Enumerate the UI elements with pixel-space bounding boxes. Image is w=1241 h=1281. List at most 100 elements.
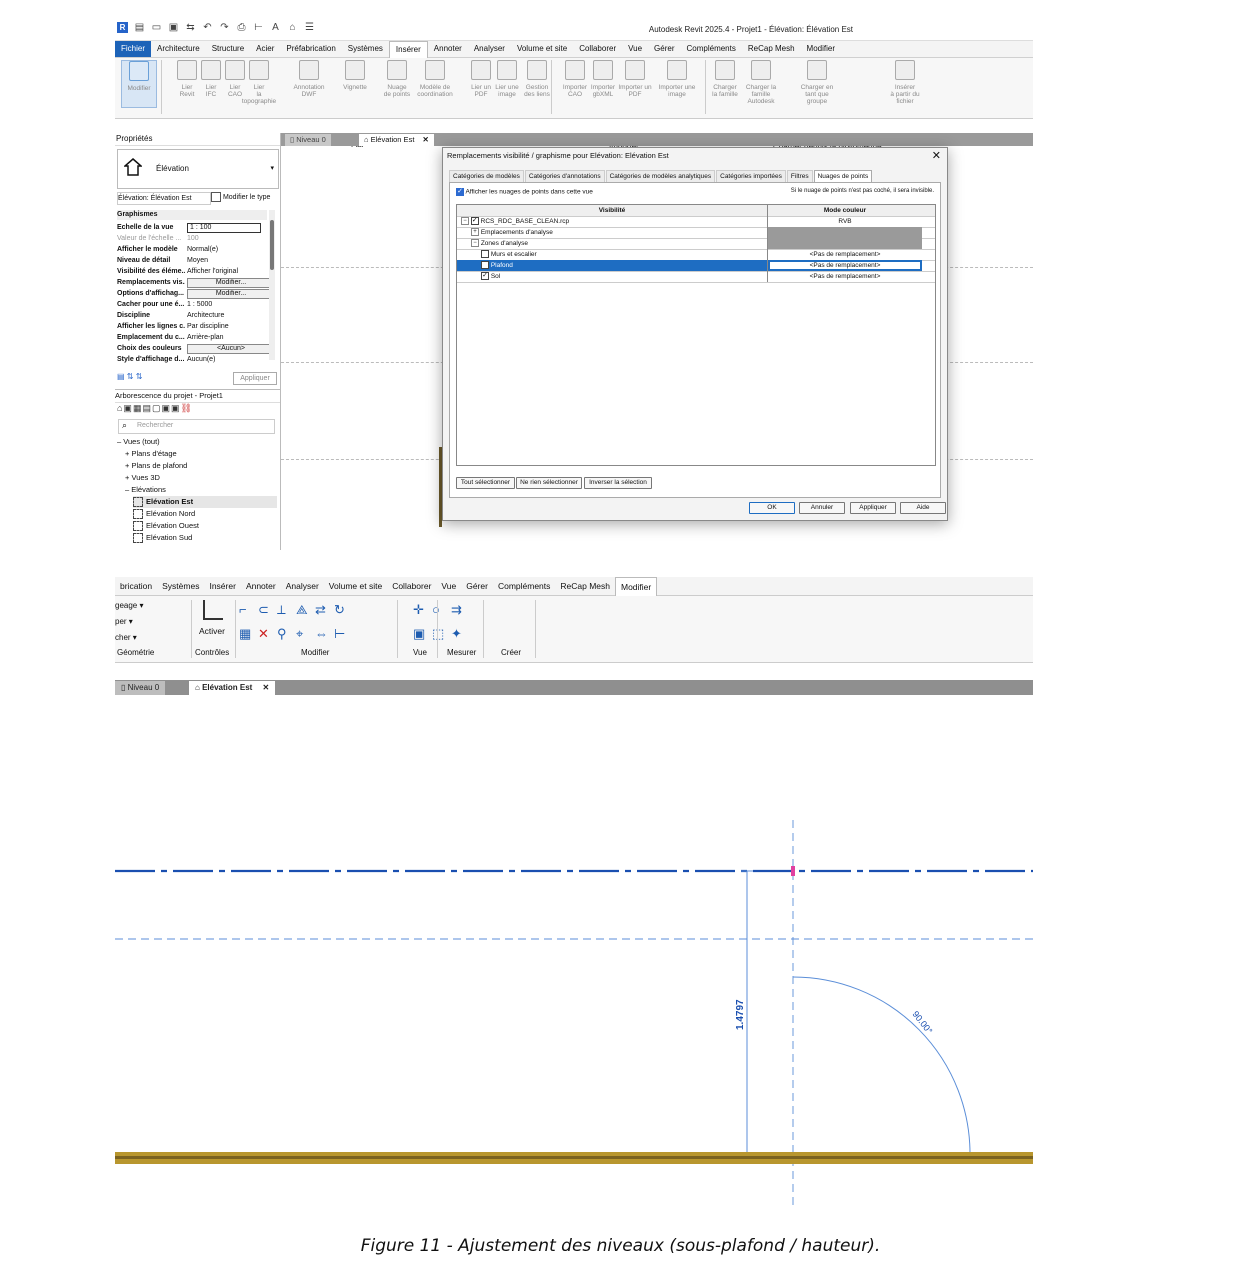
tab-prefabrication[interactable]: Préfabrication bbox=[280, 41, 341, 57]
ribbon-button-lier-la-topographie[interactable]: Lier la topographie bbox=[239, 60, 279, 106]
tab-complements[interactable]: Compléments bbox=[493, 577, 555, 595]
tab-annoter[interactable]: Annoter bbox=[428, 41, 468, 57]
button-annuler[interactable]: Annuler bbox=[799, 502, 845, 514]
properties-scrollbar[interactable] bbox=[269, 210, 275, 360]
tab-volume-et-site[interactable]: Volume et site bbox=[511, 41, 573, 57]
expand-icon[interactable]: + bbox=[471, 228, 479, 237]
home-icon[interactable]: ⌂ bbox=[287, 22, 298, 33]
grid-row-sol[interactable]: ✓ Sol <Pas de remplacement> bbox=[457, 271, 935, 283]
visibility-cell[interactable]: Plafond bbox=[457, 260, 768, 271]
ribbon-tool-icon[interactable]: ⇔ bbox=[315, 626, 328, 641]
browser-item-elevations[interactable]: – Elévations bbox=[125, 484, 166, 496]
tab-volume-et-site[interactable]: Volume et site bbox=[324, 577, 387, 595]
property-row[interactable]: Echelle de la vue 1 : 100 bbox=[115, 222, 277, 233]
ribbon-button-annotation-dwf[interactable]: Annotation DWF bbox=[289, 60, 329, 106]
close-icon[interactable]: ✕ bbox=[263, 683, 270, 692]
scroll-thumb[interactable] bbox=[270, 220, 274, 270]
tab-annoter[interactable]: Annoter bbox=[241, 577, 281, 595]
instance-selector[interactable]: Élévation: Élévation Est bbox=[117, 192, 211, 205]
browser-item-plans-de-plafond[interactable]: + Plans de plafond bbox=[125, 460, 187, 472]
ribbon-tool-icon[interactable]: ⬚ bbox=[432, 626, 444, 642]
save-icon[interactable]: ▣ bbox=[168, 22, 179, 33]
tab-gerer[interactable]: Gérer bbox=[461, 577, 493, 595]
text-icon[interactable]: A bbox=[270, 22, 281, 33]
property-row[interactable]: Remplacements vis... Modifier... bbox=[115, 277, 277, 288]
color-mode-cell[interactable] bbox=[768, 227, 922, 238]
tab-elevation-est[interactable]: ⌂ Elévation Est ✕ bbox=[189, 681, 276, 695]
property-value[interactable]: <Aucun> bbox=[187, 344, 275, 354]
col-color-mode[interactable]: Mode couleur bbox=[768, 205, 922, 216]
ribbon-button-importer-une-image[interactable]: Importer une image bbox=[657, 60, 697, 106]
property-row[interactable]: Emplacement du c... Arrière-plan bbox=[115, 332, 277, 343]
tool-geage[interactable]: geage ▾ bbox=[115, 601, 143, 610]
dialog-tab-nuages-de-points[interactable]: Nuages de points bbox=[813, 170, 873, 182]
button-ne-rien-selectionner[interactable]: Ne rien sélectionner bbox=[516, 477, 582, 489]
property-value[interactable]: 1 : 100 bbox=[187, 223, 261, 233]
browser-item-elevation-sud[interactable]: Elévation Sud bbox=[133, 532, 192, 544]
browser-item-vues-tout[interactable]: – Vues (tout) bbox=[117, 436, 160, 448]
property-value[interactable]: Modifier... bbox=[187, 289, 275, 299]
visibility-cell[interactable]: − ✓ RCS_RDC_BASE_CLEAN.rcp bbox=[457, 216, 768, 227]
checkbox-checked-icon[interactable]: ✓ bbox=[470, 217, 479, 226]
tool-per[interactable]: per ▾ bbox=[115, 617, 133, 626]
property-row[interactable]: Options d'affichag... Modifier... bbox=[115, 288, 277, 299]
type-selector[interactable]: Élévation ▾ bbox=[117, 149, 279, 189]
tab-complements[interactable]: Compléments bbox=[681, 41, 742, 57]
tab-gerer[interactable]: Gérer bbox=[648, 41, 680, 57]
tab-elevation-est[interactable]: ⌂ Elévation Est ✕ bbox=[359, 134, 434, 146]
ribbon-tool-icon[interactable]: ✕ bbox=[258, 626, 269, 642]
property-row[interactable]: Discipline Architecture bbox=[115, 310, 277, 321]
ribbon-button-modifier[interactable]: Modifier bbox=[121, 60, 157, 108]
undo-icon[interactable]: ↶ bbox=[202, 22, 213, 33]
ribbon-tool-icon[interactable]: ▦ bbox=[239, 626, 251, 642]
color-mode-cell[interactable]: <Pas de remplacement> bbox=[768, 271, 922, 282]
tab-systemes[interactable]: Systèmes bbox=[157, 577, 204, 595]
ribbon-tool-icon[interactable]: ⊢ bbox=[334, 626, 345, 642]
graphics-section-header[interactable]: Graphismes bbox=[117, 210, 267, 220]
ribbon-tool-icon[interactable]: ↻ bbox=[334, 602, 345, 618]
ribbon-button-modele-de-coordination[interactable]: Modèle de coordination bbox=[415, 60, 455, 106]
dialog-tab-categories-d-annotations[interactable]: Catégories d'annotations bbox=[524, 170, 605, 182]
color-mode-cell[interactable] bbox=[768, 238, 922, 249]
visibility-cell[interactable]: ✓ Sol bbox=[457, 271, 768, 282]
tab-architecture[interactable]: Architecture bbox=[151, 41, 206, 57]
properties-help-icon[interactable]: ▤ ⇅ ⇅ bbox=[117, 372, 142, 381]
ribbon-tool-icon[interactable]: ⚲ bbox=[277, 626, 287, 642]
browser-item-vues-3d[interactable]: + Vues 3D bbox=[125, 472, 160, 484]
property-row[interactable]: Choix des couleurs <Aucun> bbox=[115, 343, 277, 354]
tab-vue[interactable]: Vue bbox=[622, 41, 648, 57]
sync-icon[interactable]: ⇆ bbox=[185, 22, 196, 33]
property-row[interactable]: Valeur de l'échelle ... 100 bbox=[115, 233, 277, 244]
color-mode-cell[interactable]: RVB bbox=[768, 216, 922, 227]
visibility-cell[interactable]: + Emplacements d'analyse bbox=[457, 227, 768, 238]
open-icon[interactable]: ▤ bbox=[134, 22, 145, 33]
tab-collaborer[interactable]: Collaborer bbox=[573, 41, 622, 57]
activate-controls-button[interactable]: Activer bbox=[199, 626, 225, 636]
ribbon-tool-icon[interactable]: ✦ bbox=[451, 626, 462, 642]
ribbon-button-importer-un-pdf[interactable]: Importer un PDF bbox=[615, 60, 655, 106]
ribbon-tool-icon[interactable]: ○ bbox=[432, 602, 440, 617]
browser-item-plans-d-etage[interactable]: + Plans d'étage bbox=[125, 448, 177, 460]
close-icon[interactable]: ✕ bbox=[423, 135, 429, 144]
property-row[interactable]: Visibilité des éléme... Afficher l'origin… bbox=[115, 266, 277, 277]
property-row[interactable]: Niveau de détail Moyen bbox=[115, 255, 277, 266]
show-point-clouds-checkbox[interactable]: ✓ Afficher les nuages de points dans cet… bbox=[456, 188, 593, 196]
tab-analyser[interactable]: Analyser bbox=[468, 41, 511, 57]
ribbon-button-nuage-de-points[interactable]: Nuage de points bbox=[377, 60, 417, 106]
tab-inserer[interactable]: Insérer bbox=[204, 577, 240, 595]
elevation-drawing[interactable]: 1.4797 90.00° bbox=[115, 700, 1033, 1205]
ribbon-tool-icon[interactable]: ⊂ bbox=[258, 602, 269, 618]
tab-systemes[interactable]: Systèmes bbox=[342, 41, 389, 57]
tab-inserer[interactable]: Insérer bbox=[388, 40, 428, 58]
property-row[interactable]: Afficher les lignes c... Par discipline bbox=[115, 321, 277, 332]
ribbon-tool-icon[interactable]: ✛ bbox=[413, 602, 424, 618]
tab-recap-mesh[interactable]: ReCap Mesh bbox=[555, 577, 615, 595]
ribbon-button-vignette[interactable]: Vignette bbox=[335, 60, 375, 106]
ribbon-tool-icon[interactable]: ▣ bbox=[413, 626, 425, 642]
tab-niveau-0[interactable]: ▯ Niveau 0 bbox=[285, 134, 331, 146]
ribbon-button-charger-la-famille-autodesk[interactable]: Charger la famille Autodesk bbox=[741, 60, 781, 106]
revit-logo-icon[interactable]: R bbox=[117, 22, 128, 33]
ribbon-button-charger-la-famille[interactable]: Charger la famille bbox=[705, 60, 745, 106]
level-grip[interactable] bbox=[791, 866, 795, 876]
tab-analyser[interactable]: Analyser bbox=[281, 577, 324, 595]
